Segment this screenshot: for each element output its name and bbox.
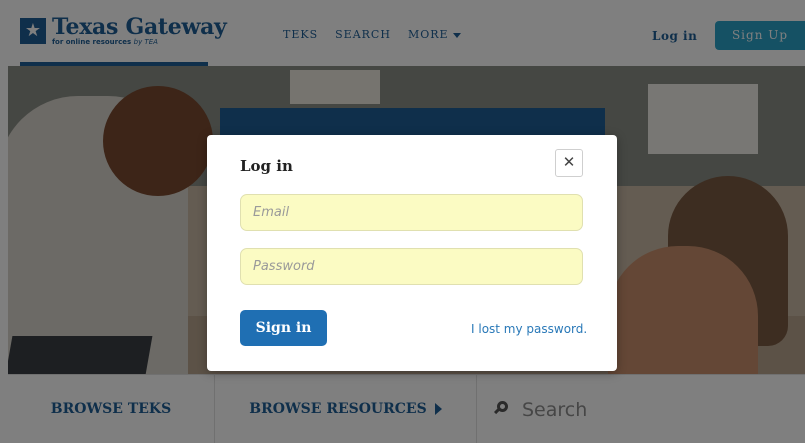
email-field[interactable] (240, 194, 583, 231)
lost-password-link[interactable]: I lost my password. (471, 322, 587, 336)
password-field[interactable] (240, 248, 583, 285)
modal-title: Log in (240, 157, 293, 175)
sign-in-button[interactable]: Sign in (240, 310, 327, 346)
login-modal: Log in ✕ Sign in I lost my password. (207, 135, 617, 371)
close-icon[interactable]: ✕ (555, 149, 583, 177)
